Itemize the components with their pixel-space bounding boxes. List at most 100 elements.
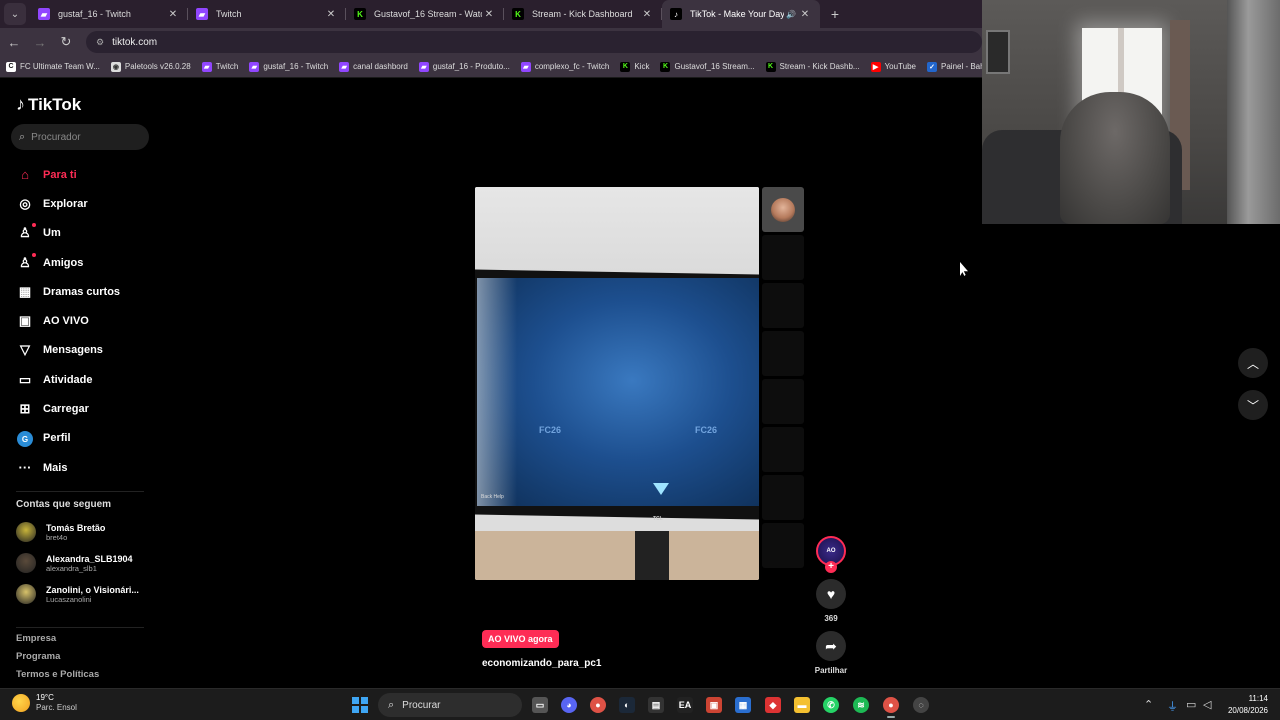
close-tab-icon[interactable]: ✕ xyxy=(324,9,338,20)
bookmark-item[interactable]: C FC Ultimate Team W... xyxy=(6,61,100,72)
browser-tab-bar: ⌄ ▰ gustaf_16 - Twitch ✕ ▰ Twitch ✕ K Gustavof_… xyxy=(0,0,982,28)
store-icon[interactable]: ▦ xyxy=(735,697,751,713)
chrome-icon[interactable]: ● xyxy=(590,697,606,713)
sidebar-item-label: Carregar xyxy=(43,403,89,416)
file-explorer-icon[interactable]: ▬ xyxy=(794,697,810,713)
notification-dot xyxy=(32,252,36,257)
sidebar-item-atividade[interactable]: ▭ Atividade xyxy=(16,365,156,394)
video-username[interactable]: economizando_para_pc1 xyxy=(482,658,601,669)
ea-app-icon[interactable]: EA xyxy=(677,697,693,713)
sidebar-item-perfil[interactable]: G Perfil xyxy=(16,424,156,453)
sidebar-item-ao-vivo[interactable]: ▣ AO VIVO xyxy=(16,306,156,335)
weather-widget[interactable]: 19°C Parc. Ensol xyxy=(12,693,77,713)
like-button[interactable]: ♥ xyxy=(816,579,846,609)
address-bar[interactable]: ⚙ tiktok.com xyxy=(86,31,982,53)
following-account[interactable]: Zanolini, o Visionári... Lucaszanolini xyxy=(16,584,151,604)
bookmark-item[interactable]: ▰ gustaf_16 - Produto... xyxy=(418,61,510,72)
recorder-icon[interactable]: ▣ xyxy=(706,697,722,713)
sun-icon xyxy=(12,694,30,712)
sidebar-item-para-ti[interactable]: ⌂ Para ti xyxy=(16,160,156,189)
bookmark-item[interactable]: K Stream - Kick Dashb... xyxy=(765,61,860,72)
sidebar-item-label: Mais xyxy=(43,461,68,474)
chrome-active-icon[interactable]: ● xyxy=(883,697,899,713)
sidebar-item-amigos[interactable]: ♙ Amigos xyxy=(16,248,156,277)
logo-text: TikTok xyxy=(28,94,82,114)
bookmark-item[interactable]: ▰ complexo_fc - Twitch xyxy=(520,61,609,72)
close-tab-icon[interactable]: ✕ xyxy=(482,9,496,20)
spotify-icon[interactable]: ≋ xyxy=(853,697,869,713)
sidebar-item-dramas-curtos[interactable]: ▦ Dramas curtos xyxy=(16,277,156,306)
live-now-badge[interactable]: AO VIVO agora xyxy=(482,630,559,648)
browser-tab[interactable]: K Stream - Kick Dashboard ✕ xyxy=(504,0,662,28)
back-button[interactable]: ← xyxy=(2,35,26,50)
new-tab-button[interactable]: + xyxy=(824,6,846,22)
following-account[interactable]: Alexandra_SLB1904 alexandra_slb1 xyxy=(16,553,151,573)
whatsapp-icon[interactable]: ✆ xyxy=(823,697,839,713)
live-preview-thumb[interactable] xyxy=(762,235,804,280)
browser-tab[interactable]: K Gustavof_16 Stream - Watch Li✕ xyxy=(346,0,504,28)
browser-tab[interactable]: ▰ Twitch ✕ xyxy=(188,0,346,28)
live-preview-thumb[interactable] xyxy=(762,427,804,472)
footer-link[interactable]: Empresa xyxy=(16,633,56,644)
live-video-player[interactable]: FC26 FC26 Back Help TCL xyxy=(475,187,759,580)
taskbar-search[interactable]: ⌕ Procurar xyxy=(378,693,522,717)
volume-icon[interactable]: ◁ xyxy=(1203,698,1211,711)
app-red-icon[interactable]: ◆ xyxy=(765,697,781,713)
bookmark-item[interactable]: ◉ Paletools v26.0.28 xyxy=(110,61,191,72)
bookmark-label: FC Ultimate Team W... xyxy=(20,62,100,71)
close-tab-icon[interactable]: ✕ xyxy=(798,9,812,20)
live-preview-thumb[interactable] xyxy=(762,187,804,232)
search-input[interactable]: ⌕ Procurador xyxy=(11,124,149,150)
reload-button[interactable]: ↻ xyxy=(54,34,78,50)
tray-overflow-icon[interactable]: ⌃ xyxy=(1144,698,1153,711)
more-icon: ··· xyxy=(18,460,32,476)
bookmark-item[interactable]: ▰ gustaf_16 - Twitch xyxy=(249,61,328,72)
bookmark-item[interactable]: ▰ Twitch xyxy=(201,61,238,72)
bookmark-item[interactable]: ▰ canal dashbord xyxy=(339,61,408,72)
bookmark-item[interactable]: ▶ YouTube xyxy=(870,61,916,72)
webcam-wall-frame xyxy=(986,30,1010,74)
follow-plus-button[interactable]: + xyxy=(825,561,837,573)
site-info-icon[interactable]: ⚙ xyxy=(96,37,104,48)
browser-tab[interactable]: ♪ TikTok - Make Your Day 🔊 ✕ xyxy=(662,0,820,28)
tab-search-menu[interactable]: ⌄ xyxy=(4,3,26,25)
obs-icon[interactable]: ◌ xyxy=(913,697,929,713)
search-icon: ⌕ xyxy=(19,130,26,143)
sidebar-item-um[interactable]: ♙ Um xyxy=(16,219,156,248)
next-video-button[interactable]: ﹀ xyxy=(1238,390,1268,420)
streamlabs-icon[interactable]: ▤ xyxy=(648,697,664,713)
sidebar-item-explorar[interactable]: ◎ Explorar xyxy=(16,189,156,218)
steam-icon[interactable]: ◐ xyxy=(619,697,635,713)
following-account[interactable]: Tomás Bretão bret4o xyxy=(16,522,151,542)
sidebar-item-carregar[interactable]: ⊞ Carregar xyxy=(16,394,156,423)
footer-link[interactable]: Programa xyxy=(16,651,60,662)
discord-icon[interactable]: ◕ xyxy=(561,697,577,713)
live-preview-thumb[interactable] xyxy=(762,523,804,568)
close-tab-icon[interactable]: ✕ xyxy=(640,9,654,20)
speaker-icon[interactable]: 🔊 xyxy=(784,10,798,19)
close-tab-icon[interactable]: ✕ xyxy=(166,9,180,20)
network-icon[interactable]: ▭ xyxy=(1186,698,1196,711)
sidebar-item-mensagens[interactable]: ▽ Mensagens xyxy=(16,336,156,365)
microphone-icon[interactable]: ⏚ xyxy=(1167,698,1178,714)
sidebar-item-mais[interactable]: ··· Mais xyxy=(16,453,156,482)
bookmark-item[interactable]: K Gustavof_16 Stream... xyxy=(660,61,755,72)
system-clock[interactable]: 11:14 20/08/2026 xyxy=(1226,693,1268,717)
task-view-icon[interactable]: ▭ xyxy=(532,697,548,713)
tiktok-logo[interactable]: ♪ TikTok xyxy=(16,94,81,115)
footer-link[interactable]: Termos e Políticas xyxy=(16,669,99,680)
previous-video-button[interactable]: ︿ xyxy=(1238,348,1268,378)
live-preview-thumb[interactable] xyxy=(762,283,804,328)
live-preview-thumb[interactable] xyxy=(762,475,804,520)
bookmark-item[interactable]: K Kick xyxy=(620,61,649,72)
browser-tab[interactable]: ▰ gustaf_16 - Twitch ✕ xyxy=(30,0,188,28)
globe-icon: ◉ xyxy=(110,61,121,72)
bookmark-item[interactable]: ✓ Painel - Bah xyxy=(927,61,982,72)
divider xyxy=(16,491,144,492)
forward-button[interactable]: → xyxy=(28,35,52,50)
live-preview-thumb[interactable] xyxy=(762,331,804,376)
live-preview-thumb[interactable] xyxy=(762,379,804,424)
windows-start-button[interactable] xyxy=(352,697,368,713)
tab-title: Twitch xyxy=(216,9,242,19)
share-button[interactable]: ➦ xyxy=(816,631,846,661)
